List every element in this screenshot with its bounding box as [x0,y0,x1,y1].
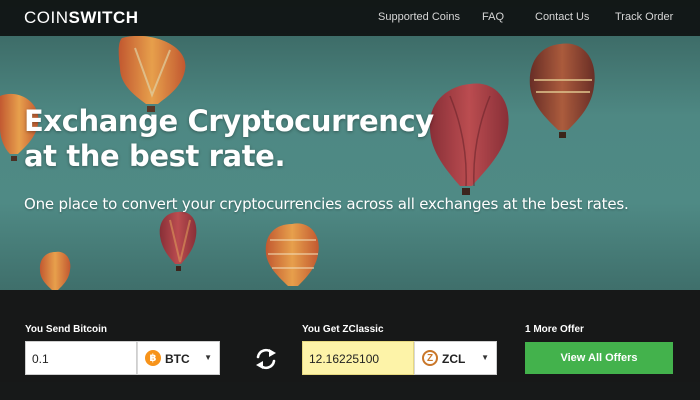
view-all-offers-button[interactable]: View All Offers [525,342,673,374]
nav-link-faq[interactable]: FAQ [482,11,504,23]
more-offers-label: 1 More Offer [525,324,584,335]
hero-headline: Exchange Cryptocurrency at the best rate… [24,104,434,174]
zclassic-icon: Z [422,350,438,366]
send-label: You Send Bitcoin [25,324,108,335]
chevron-down-icon: ▼ [481,353,489,362]
nav-link-supported-coins[interactable]: Supported Coins [378,11,460,23]
coinswitch-logo[interactable]: COINSWITCH [24,8,139,28]
send-amount-input[interactable]: 0.1 [25,341,137,375]
hero-headline-line2: at the best rate. [24,139,286,173]
send-coin-select[interactable]: ฿ BTC ▼ [137,341,220,375]
logo-text-switch: SWITCH [68,8,139,27]
nav-link-track-order[interactable]: Track Order [615,11,673,23]
chevron-down-icon: ▼ [204,353,212,362]
top-navigation-bar: COINSWITCH Supported Coins FAQ Contact U… [0,0,700,36]
get-coin-code: ZCL [442,352,466,366]
swap-arrows-icon[interactable] [253,346,279,372]
get-amount-output[interactable]: 12.16225100 [302,341,414,375]
send-coin-code: BTC [165,352,190,366]
bitcoin-icon: ฿ [145,350,161,366]
get-label: You Get ZClassic [302,324,384,335]
logo-text-coin: COIN [24,8,69,27]
hero-headline-line1: Exchange Cryptocurrency [24,104,434,138]
get-coin-select[interactable]: Z ZCL ▼ [414,341,497,375]
nav-link-contact-us[interactable]: Contact Us [535,11,589,23]
hero-subheadline: One place to convert your cryptocurrenci… [24,195,629,213]
